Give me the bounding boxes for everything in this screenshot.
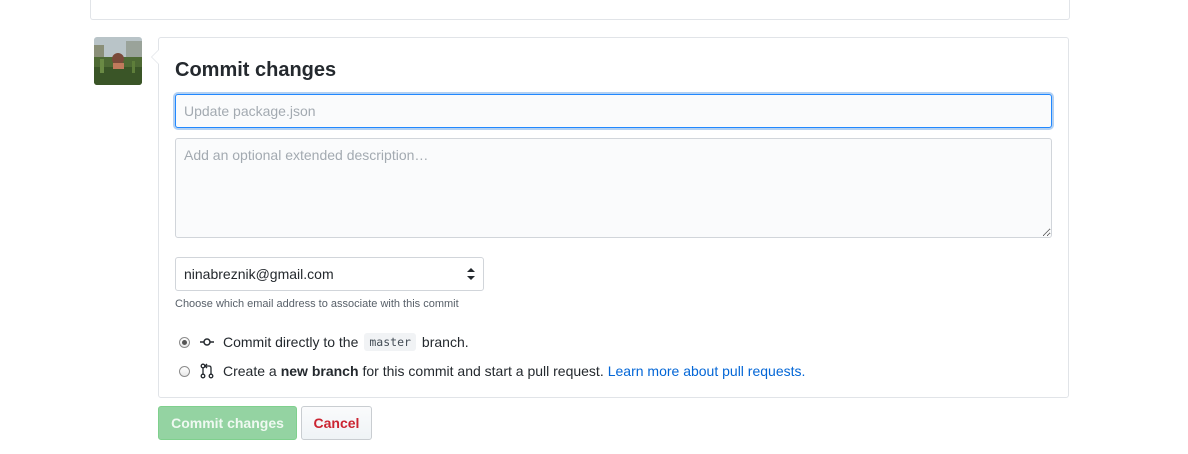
commit-direct-suffix: branch. <box>421 334 469 350</box>
new-branch-bold: new branch <box>280 363 359 379</box>
new-branch-radio[interactable] <box>179 365 190 377</box>
branch-name: master <box>364 333 416 351</box>
avatar-image <box>94 37 142 85</box>
git-pull-request-icon <box>200 363 214 379</box>
learn-more-pull-requests-link[interactable]: Learn more about pull requests. <box>608 363 806 379</box>
commit-title: Commit changes <box>175 59 337 81</box>
commit-direct-radio[interactable] <box>179 336 190 348</box>
commit-direct-option[interactable]: Commit directly to the master branch. <box>179 332 469 352</box>
git-commit-icon <box>200 338 214 346</box>
commit-description-textarea[interactable] <box>175 138 1052 238</box>
commit-direct-text: Commit directly to the <box>223 334 359 350</box>
commit-changes-button[interactable]: Commit changes <box>158 406 297 440</box>
new-branch-text-after: for this commit and start a pull request… <box>362 363 604 379</box>
email-select[interactable]: ninabreznik@gmail.com <box>175 257 484 291</box>
email-hint: Choose which email address to associate … <box>175 298 459 310</box>
select-arrows-icon <box>467 268 475 280</box>
new-branch-text-before: Create a <box>223 363 277 379</box>
cancel-button[interactable]: Cancel <box>301 406 372 440</box>
email-select-value: ninabreznik@gmail.com <box>184 266 334 282</box>
commit-summary-input[interactable] <box>175 94 1052 128</box>
new-branch-option[interactable]: Create a new branch for this commit and … <box>179 361 805 381</box>
user-avatar[interactable] <box>94 37 142 85</box>
commit-panel: Commit changes ninabreznik@gmail.com Cho… <box>151 37 1069 398</box>
previous-panel <box>90 0 1070 20</box>
